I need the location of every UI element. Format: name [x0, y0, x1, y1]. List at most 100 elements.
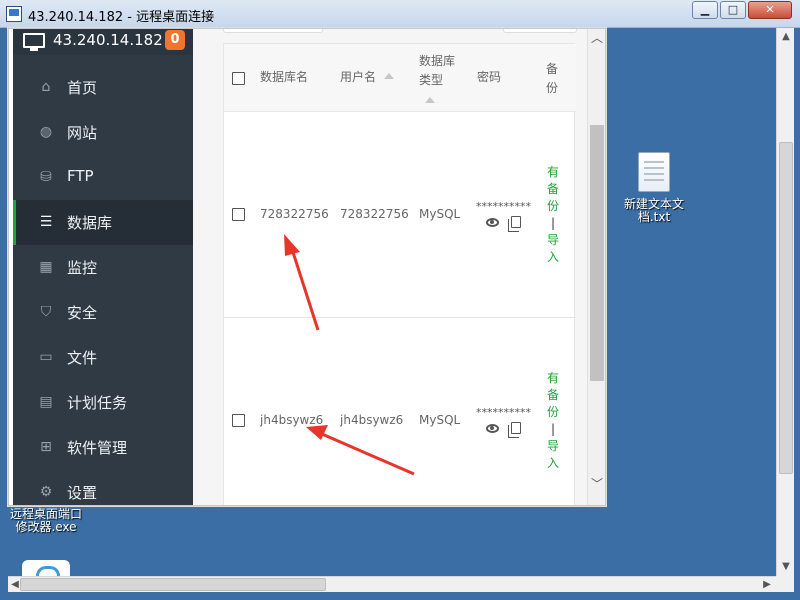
- inner-vertical-scrollbar[interactable]: ︿ ﹀: [587, 29, 605, 505]
- sidebar-item-home[interactable]: ⌂ 首页: [13, 65, 193, 110]
- scrollbar-thumb[interactable]: [779, 142, 793, 474]
- sidebar-item-label: 计划任务: [67, 394, 128, 412]
- remote-desktop-window: 43.240.14.182 - 远程桌面连接 ▁ □ ✕ 新建文本文 档.txt…: [0, 0, 800, 600]
- globe-icon: ◍: [39, 124, 53, 140]
- eye-icon[interactable]: [486, 424, 499, 433]
- sidebar-item-security[interactable]: ⛉ 安全: [13, 290, 193, 335]
- monitor-chart-icon: ▦: [39, 259, 53, 275]
- search-input-stub[interactable]: [223, 29, 323, 33]
- header-username-label: 用户名: [340, 70, 377, 84]
- eye-icon[interactable]: [486, 218, 499, 227]
- sidebar-item-label: 安全: [67, 304, 98, 322]
- link-separator: |: [550, 422, 556, 436]
- browser-window: 43.240.14.182 0 ⌂ 首页 ◍ 网站 ⛁ FTP ☰ 数据库 ▦ …: [8, 28, 606, 506]
- scroll-down-icon[interactable]: ▼: [777, 558, 795, 576]
- scroll-right-icon[interactable]: ▶: [760, 577, 774, 593]
- row-checkbox[interactable]: [232, 208, 245, 221]
- backup-link-char[interactable]: 有: [546, 370, 560, 387]
- scrollbar-thumb[interactable]: [20, 578, 326, 591]
- monitor-icon: [23, 33, 45, 51]
- scroll-up-icon[interactable]: ︿: [588, 29, 605, 47]
- password-masked: **********: [476, 406, 531, 419]
- sidebar-item-files[interactable]: ▭ 文件: [13, 335, 193, 380]
- outer-horizontal-scrollbar[interactable]: ◀ ▶: [8, 576, 776, 592]
- ftp-icon: ⛁: [40, 169, 52, 185]
- header-db-type[interactable]: 数据库 类型: [419, 52, 455, 109]
- import-link-char[interactable]: 导: [546, 232, 560, 249]
- scroll-down-icon[interactable]: ﹀: [588, 475, 605, 493]
- title-bar[interactable]: 43.240.14.182 - 远程桌面连接 ▁ □ ✕: [0, 0, 800, 28]
- header-backup-line1: 备: [546, 62, 559, 76]
- backup-link-char[interactable]: 备: [546, 387, 560, 404]
- sidebar-item-label: 监控: [67, 259, 98, 277]
- username-cell: jh4bsywz6: [340, 413, 404, 427]
- scrollbar-corner: [776, 576, 794, 592]
- sidebar: 43.240.14.182 0 ⌂ 首页 ◍ 网站 ⛁ FTP ☰ 数据库 ▦ …: [13, 29, 193, 505]
- notification-badge[interactable]: 0: [165, 30, 185, 50]
- minimize-button[interactable]: ▁: [692, 1, 718, 19]
- text-file-label[interactable]: 新建文本文 档.txt: [616, 198, 692, 224]
- gear-icon: ⚙: [39, 484, 53, 500]
- scrollbar-thumb[interactable]: [590, 125, 604, 381]
- exe-file-label[interactable]: 远程桌面端口 修改器.exe: [6, 508, 86, 534]
- home-icon: ⌂: [41, 79, 51, 95]
- db-name-cell[interactable]: 728322756: [260, 207, 329, 221]
- grid-icon: ⊞: [40, 439, 52, 455]
- filter-input-stub[interactable]: [503, 29, 577, 33]
- header-db-type-line1: 数据库: [419, 54, 456, 68]
- header-password: 密码: [477, 70, 502, 84]
- import-link-char[interactable]: 入: [546, 249, 560, 266]
- sort-asc-icon: [383, 73, 394, 79]
- server-ip: 43.240.14.182: [53, 31, 163, 49]
- outer-vertical-scrollbar[interactable]: ▲ ▼: [776, 28, 794, 576]
- sidebar-item-label: 首页: [67, 79, 98, 97]
- backup-link-char[interactable]: 有: [546, 164, 560, 181]
- sidebar-item-ftp[interactable]: ⛁ FTP: [13, 155, 193, 200]
- sidebar-item-label: 设置: [67, 484, 98, 502]
- link-separator: |: [550, 216, 556, 230]
- sidebar-item-label: 文件: [67, 349, 98, 367]
- header-backup: 备 份: [546, 60, 558, 98]
- shield-icon: ⛉: [40, 304, 52, 320]
- sidebar-item-monitor[interactable]: ▦ 监控: [13, 245, 193, 290]
- header-backup-line2: 份: [546, 81, 559, 95]
- copy-icon[interactable]: [508, 422, 521, 438]
- header-db-type-line2: 类型: [419, 73, 444, 87]
- backup-link-char[interactable]: 份: [546, 404, 560, 421]
- sidebar-nav: ⌂ 首页 ◍ 网站 ⛁ FTP ☰ 数据库 ▦ 监控 ⛉ 安全 ▭ 文件 ▤ 计…: [13, 65, 193, 505]
- sidebar-item-label: FTP: [67, 167, 94, 185]
- sidebar-item-website[interactable]: ◍ 网站: [13, 110, 193, 155]
- sidebar-header: 43.240.14.182 0: [13, 29, 193, 55]
- backup-link-char[interactable]: 份: [546, 198, 560, 215]
- import-link-char[interactable]: 入: [546, 455, 560, 472]
- import-link-char[interactable]: 导: [546, 438, 560, 455]
- sidebar-item-label: 数据库: [67, 214, 113, 232]
- copy-icon[interactable]: [508, 216, 521, 232]
- db-type-cell: MySQL: [419, 413, 461, 427]
- close-button[interactable]: ✕: [748, 1, 792, 19]
- sidebar-item-cron[interactable]: ▤ 计划任务: [13, 380, 193, 425]
- username-cell: 728322756: [340, 207, 409, 221]
- app-shortcut-icon[interactable]: [22, 560, 70, 579]
- sidebar-item-database[interactable]: ☰ 数据库: [13, 200, 193, 245]
- database-icon: ☰: [39, 214, 53, 230]
- sidebar-item-label: 软件管理: [67, 439, 128, 457]
- db-name-cell[interactable]: jh4bsywz6: [260, 413, 323, 427]
- text-file-icon[interactable]: [638, 152, 670, 192]
- password-masked: **********: [476, 200, 531, 213]
- backup-link-char[interactable]: 备: [546, 181, 560, 198]
- scroll-up-icon[interactable]: ▲: [777, 28, 795, 46]
- text-file-label-line2: 档.txt: [637, 210, 671, 224]
- calendar-icon: ▤: [39, 394, 53, 410]
- sidebar-item-settings[interactable]: ⚙ 设置: [13, 470, 193, 505]
- sidebar-item-software[interactable]: ⊞ 软件管理: [13, 425, 193, 470]
- sort-asc-icon: [425, 97, 435, 103]
- maximize-button[interactable]: □: [720, 1, 746, 19]
- select-all-checkbox[interactable]: [232, 72, 245, 85]
- row-checkbox[interactable]: [232, 414, 245, 427]
- sidebar-item-label: 网站: [67, 124, 98, 142]
- table-row: 728322756 728322756 MySQL ********** 有 备…: [224, 112, 576, 318]
- header-db-name[interactable]: 数据库名: [260, 68, 308, 87]
- database-table: 数据库名 用户名 数据库 类型 密码 备 份 728322756 7283227…: [223, 43, 576, 505]
- header-username[interactable]: 用户名: [340, 68, 394, 87]
